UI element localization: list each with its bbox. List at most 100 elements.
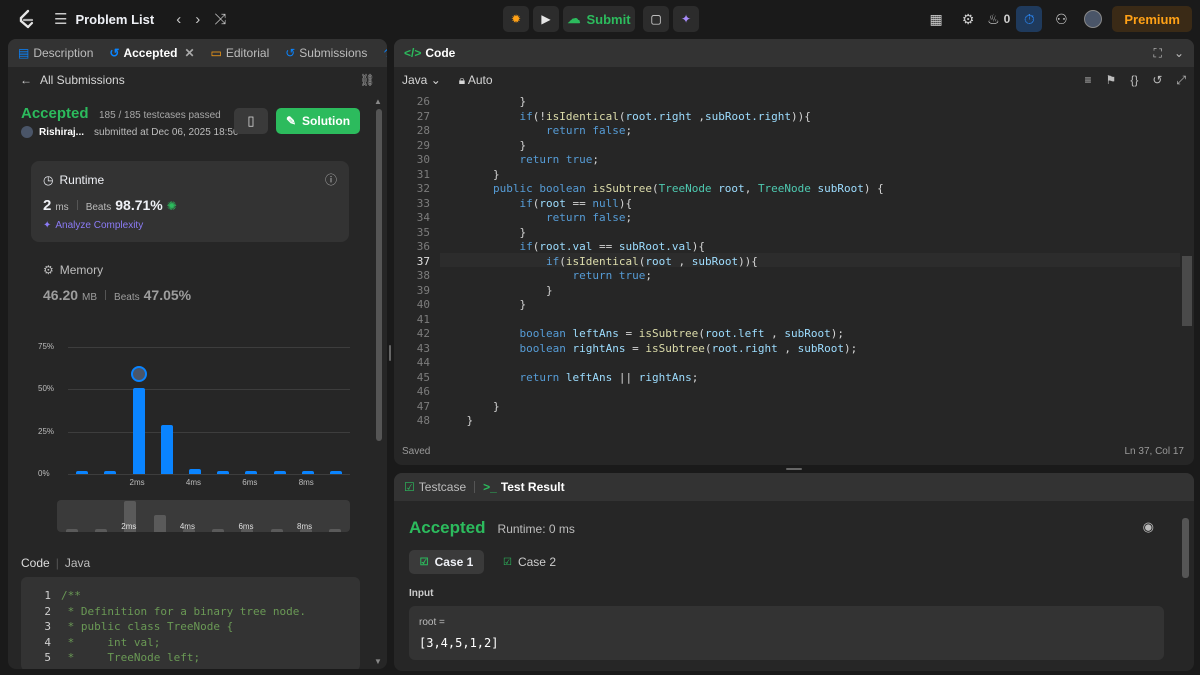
submission-panel: ▤ Description ↺ Accepted ✕ ▭ Editorial ↺ Subm… xyxy=(8,39,387,669)
chart-bar[interactable] xyxy=(301,470,314,474)
minimize-icon[interactable]: ⌄ xyxy=(1174,46,1184,61)
chart-bar[interactable] xyxy=(245,470,258,474)
layout-grid-icon[interactable]: ▦ xyxy=(923,6,949,32)
ai-sparkle-button[interactable]: ✦ xyxy=(673,6,699,32)
code-line[interactable]: 40 } xyxy=(394,298,1180,313)
runtime-unit: ms xyxy=(55,202,69,213)
line-content: return true; xyxy=(519,153,599,166)
user-name[interactable]: Rishiraj... xyxy=(39,127,84,138)
tab-test-result[interactable]: >_ Test Result xyxy=(483,480,564,494)
code-line[interactable]: 44 xyxy=(394,356,1180,371)
chart-bar[interactable] xyxy=(273,470,286,474)
tab-editorial[interactable]: ▭ Editorial xyxy=(211,46,270,60)
line-content: * TreeNode left; xyxy=(61,651,201,665)
tab-description[interactable]: ▤ Description xyxy=(18,46,93,60)
code-line[interactable]: 41 xyxy=(394,313,1180,328)
line-number: 48 xyxy=(416,414,430,427)
avatar[interactable] xyxy=(1080,6,1106,32)
run-button[interactable]: ▶ xyxy=(533,6,559,32)
format-icon[interactable]: ≡ xyxy=(1085,73,1092,88)
code-line[interactable]: 48 } xyxy=(394,414,1180,429)
chart-bar[interactable] xyxy=(132,387,145,474)
solution-button[interactable]: ✎ Solution xyxy=(276,108,360,134)
code-line[interactable]: 32 public boolean isSubtree(TreeNode roo… xyxy=(394,182,1180,197)
all-submissions-link[interactable]: All Submissions xyxy=(40,73,125,87)
fire-icon[interactable]: ♨ 0 xyxy=(987,6,1010,32)
list-icon[interactable]: ☰ xyxy=(54,10,67,28)
resize-handle[interactable] xyxy=(786,468,802,470)
code-line[interactable]: 33 if(root == null){ xyxy=(394,197,1180,212)
line-number: 38 xyxy=(416,269,430,282)
maximize-icon[interactable]: ⛶ xyxy=(1154,46,1162,61)
code-line[interactable]: 39 } xyxy=(394,284,1180,299)
reset-icon[interactable]: ↺ xyxy=(1152,73,1162,88)
debug-button[interactable]: ✹ xyxy=(503,6,529,32)
flask-icon[interactable]: ⚗ xyxy=(383,46,387,60)
code-line[interactable]: 27 if(!isIdentical(root.right ,subRoot.r… xyxy=(394,110,1180,125)
chevron-down-icon: ⌄ xyxy=(430,73,441,87)
testcases-text: 185 / 185 testcases passed xyxy=(98,110,221,121)
chart-range-slider[interactable]: 2ms 4ms 6ms 8ms xyxy=(57,500,350,532)
editor-scrollbar[interactable] xyxy=(1182,256,1192,326)
bookmark-icon[interactable]: ⚑ xyxy=(1106,73,1117,88)
line-content xyxy=(430,356,440,371)
case-1-button[interactable]: ☑ Case 1 xyxy=(409,550,484,574)
scroll-up-icon[interactable]: ▲ xyxy=(374,97,382,106)
expand-icon[interactable]: ⤢ xyxy=(1176,73,1186,88)
language-select[interactable]: Java ⌄ xyxy=(402,73,441,87)
shuffle-icon[interactable]: ⤨ xyxy=(214,11,226,28)
tab-accepted[interactable]: ↺ Accepted ✕ xyxy=(109,46,194,60)
leetcode-logo-icon[interactable] xyxy=(16,9,36,29)
code-line[interactable]: 26 } xyxy=(394,95,1180,110)
code-line[interactable]: 42 boolean leftAns = isSubtree(root.left… xyxy=(394,327,1180,342)
add-user-icon[interactable]: ⚇ xyxy=(1048,6,1074,32)
chart-bar[interactable] xyxy=(329,470,342,474)
code-line[interactable]: 28 return false; xyxy=(394,124,1180,139)
result-scrollbar[interactable] xyxy=(1182,518,1189,578)
code-line[interactable]: 47 } xyxy=(394,400,1180,415)
y-tick-label: 75% xyxy=(38,342,55,351)
code-line[interactable]: 43 boolean rightAns = isSubtree(root.rig… xyxy=(394,342,1180,357)
problem-list-link[interactable]: Problem List xyxy=(75,12,154,27)
arrow-left-icon[interactable]: ← xyxy=(20,73,32,87)
code-line[interactable]: 31 } xyxy=(394,168,1180,183)
close-icon[interactable]: ✕ xyxy=(184,46,194,60)
chart-bar[interactable] xyxy=(104,470,117,474)
info-icon[interactable]: ⓘ xyxy=(325,171,337,188)
chart-bar[interactable] xyxy=(217,470,230,474)
link-icon[interactable]: ⛓ xyxy=(360,73,375,87)
chart-bar[interactable] xyxy=(160,424,173,474)
code-line[interactable]: 35 } xyxy=(394,226,1180,241)
code-line[interactable]: 46 xyxy=(394,385,1180,400)
chevron-right-icon[interactable]: › xyxy=(195,11,200,28)
premium-button[interactable]: Premium xyxy=(1112,6,1192,32)
analyze-complexity-link[interactable]: Analyze Complexity xyxy=(55,220,143,231)
code-line[interactable]: 38 return true; xyxy=(394,269,1180,284)
runtime-beats: 98.71% xyxy=(115,197,163,213)
auto-toggle[interactable]: 🔒︎ Auto xyxy=(459,73,493,88)
braces-icon[interactable]: {} xyxy=(1130,73,1138,88)
chart-bar[interactable] xyxy=(76,470,89,474)
line-number: 30 xyxy=(416,153,430,166)
scroll-down-icon[interactable]: ▼ xyxy=(374,657,382,666)
result-tabs: ☑ Testcase >_ Test Result xyxy=(394,473,1194,501)
timer-icon[interactable]: ⏱ xyxy=(1016,6,1043,32)
memory-block[interactable]: ⚙ Memory 46.20 MB Beats 47.05% xyxy=(43,263,191,303)
code-line[interactable]: 29 } xyxy=(394,139,1180,154)
runtime-card[interactable]: ◷ Runtime ⓘ 2 ms Beats 98.71% ✺ ✦ Analyze … xyxy=(31,161,349,242)
gear-icon[interactable]: ⚙ xyxy=(955,6,981,32)
notes-button[interactable]: ▢ xyxy=(643,6,669,32)
submit-button[interactable]: ☁ Submit xyxy=(563,6,635,32)
code-line[interactable]: 30 return true; xyxy=(394,153,1180,168)
eye-icon[interactable]: ◉ xyxy=(1143,519,1154,535)
tab-submissions[interactable]: ↺ Submissions xyxy=(285,46,367,60)
code-line[interactable]: 34 return false; xyxy=(394,211,1180,226)
tab-testcase[interactable]: ☑ Testcase xyxy=(404,480,466,494)
left-scrollbar[interactable] xyxy=(376,109,382,441)
vertical-resize-handle[interactable] xyxy=(389,345,391,361)
chart-bar[interactable] xyxy=(188,468,201,474)
case-2-button[interactable]: ☑ Case 2 xyxy=(492,550,567,574)
book-button[interactable]: ▯ xyxy=(234,108,268,134)
chevron-left-icon[interactable]: ‹ xyxy=(176,11,181,28)
code-line[interactable]: 45 return leftAns || rightAns; xyxy=(394,371,1180,386)
